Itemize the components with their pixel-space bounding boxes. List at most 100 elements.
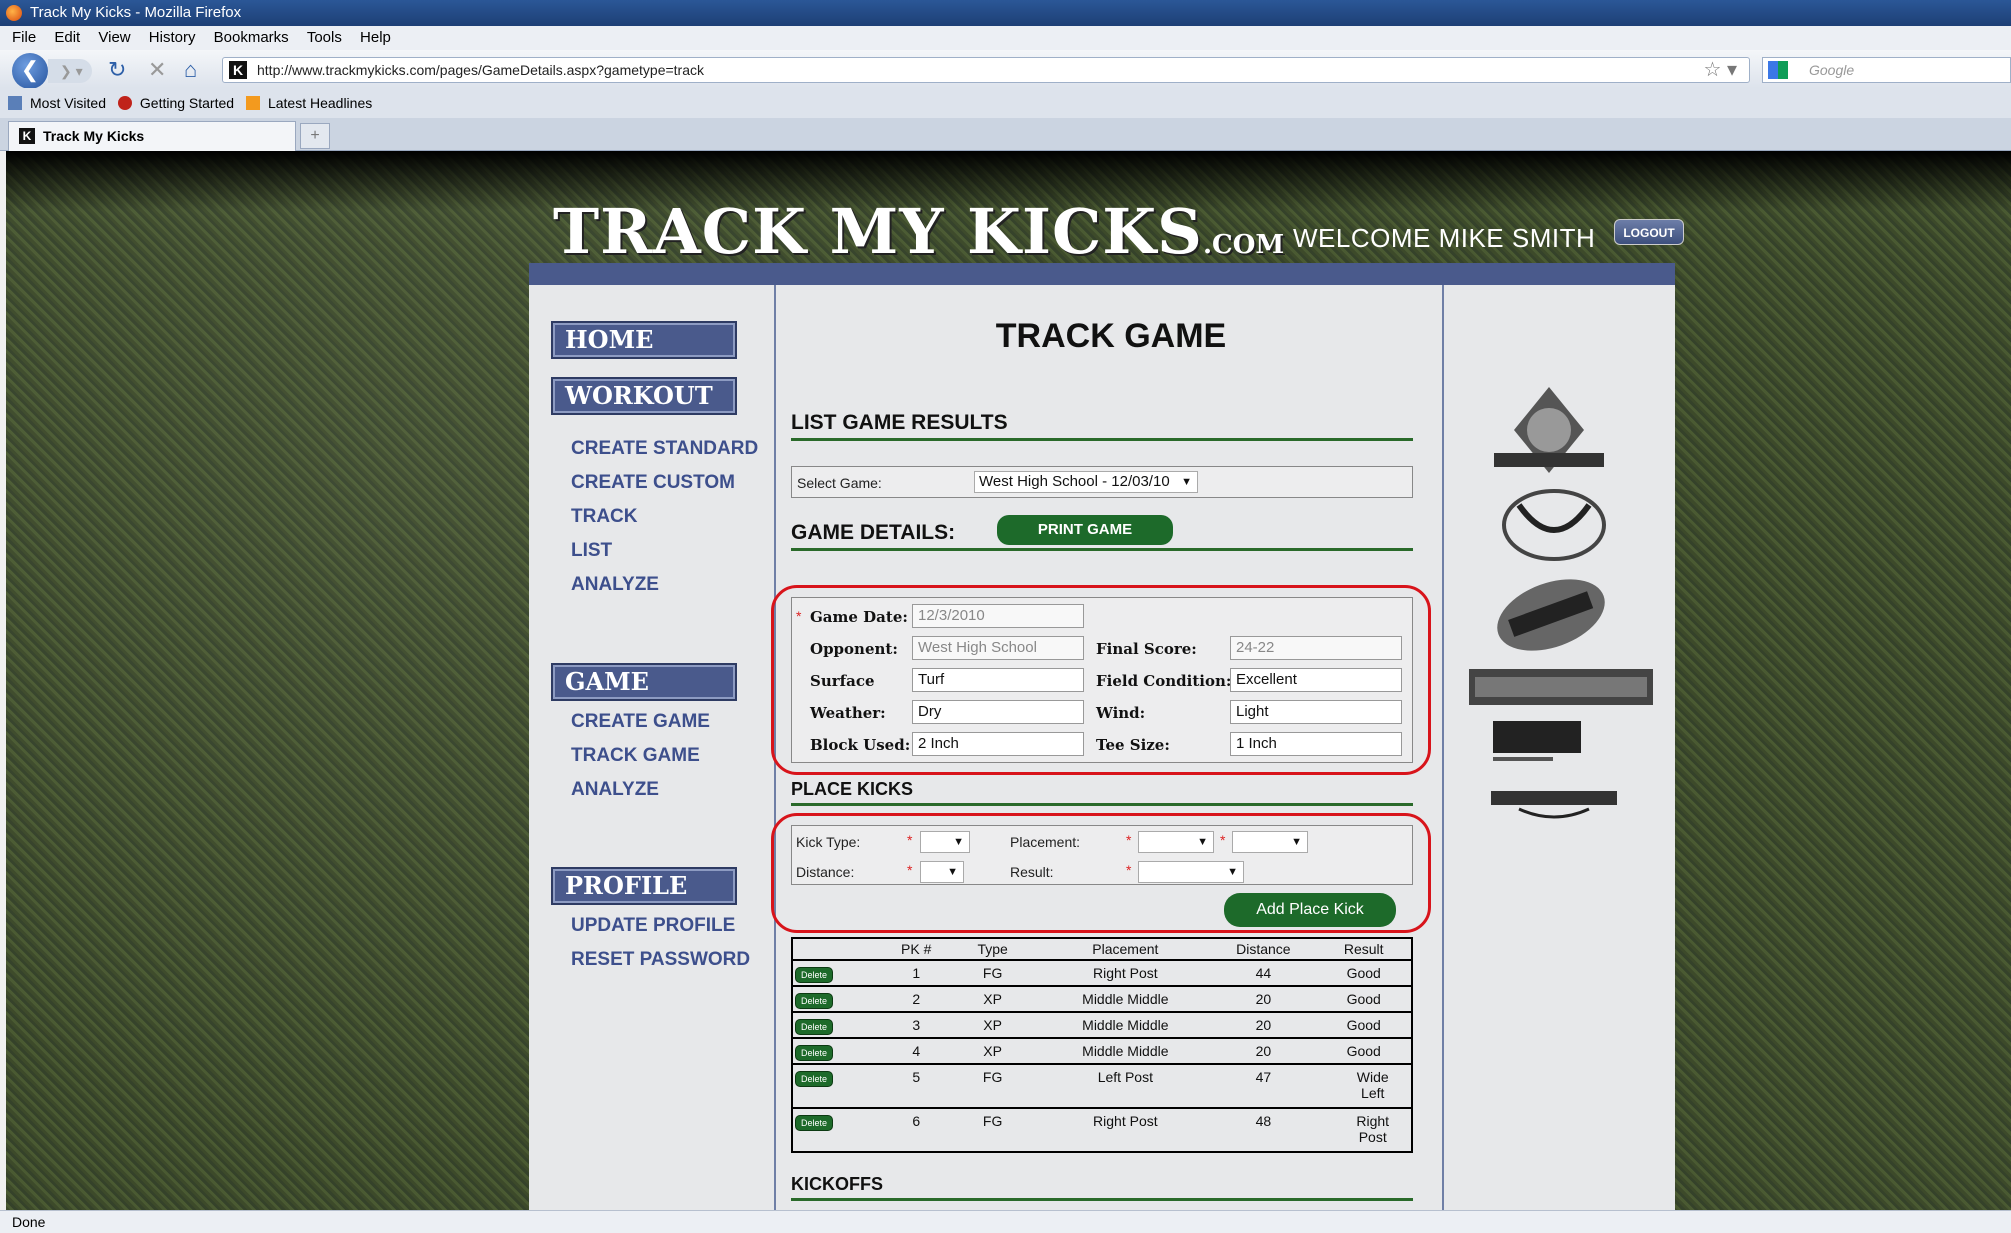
- tee-size-field[interactable]: 1 Inch: [1230, 732, 1402, 756]
- bookmark-most-visited[interactable]: Most Visited: [30, 95, 106, 111]
- bookmark-latest-headlines[interactable]: Latest Headlines: [268, 95, 372, 111]
- reload-icon[interactable]: ↻: [108, 58, 126, 82]
- site-logo[interactable]: TRACK MY KICKS.COM: [553, 195, 1284, 268]
- bookmark-getting-started[interactable]: Getting Started: [140, 95, 234, 111]
- url-bar[interactable]: K http://www.trackmykicks.com/pages/Game…: [222, 57, 1750, 83]
- cell-type: XP: [944, 1012, 1041, 1039]
- final-score-field[interactable]: 24-22: [1230, 636, 1402, 660]
- sidebar: HOME WORKOUT CREATE STANDARD CREATE CUST…: [529, 285, 776, 1210]
- sponsor-kicking-coach-logo[interactable]: [1489, 779, 1619, 825]
- nav-workout-analyze[interactable]: ANALYZE: [571, 574, 659, 596]
- forward-button[interactable]: ❯ ▾: [48, 59, 92, 83]
- bookmark-star-icon[interactable]: ☆ ▾: [1703, 58, 1737, 82]
- chevron-down-icon: ▼: [1181, 476, 1192, 488]
- col-placement: Placement: [1040, 938, 1211, 961]
- distance-select[interactable]: ▼: [920, 861, 964, 883]
- surface-field[interactable]: Turf: [912, 668, 1084, 692]
- weather-field[interactable]: Dry: [912, 700, 1084, 724]
- nav-create-game[interactable]: CREATE GAME: [571, 711, 710, 733]
- delete-cell: Delete: [792, 986, 888, 1013]
- menu-edit[interactable]: Edit: [54, 29, 80, 46]
- nav-track-game[interactable]: TRACK GAME: [571, 745, 700, 767]
- menu-history[interactable]: History: [149, 29, 196, 46]
- print-game-button[interactable]: PRINT GAME: [997, 515, 1173, 545]
- delete-button[interactable]: Delete: [795, 1115, 834, 1131]
- cell-placement: Right Post: [1040, 1108, 1211, 1153]
- result-select[interactable]: ▼: [1138, 861, 1244, 883]
- menu-bookmarks[interactable]: Bookmarks: [214, 29, 289, 46]
- field-condition-field[interactable]: Excellent: [1230, 668, 1402, 692]
- home-icon[interactable]: ⌂: [184, 58, 197, 82]
- wizard-kicking-emblem-icon: [1502, 489, 1606, 561]
- placement-select-2[interactable]: ▼: [1232, 831, 1308, 853]
- window-title: Track My Kicks - Mozilla Firefox: [30, 4, 242, 21]
- cell-result: Right Post: [1316, 1108, 1412, 1153]
- nav-track[interactable]: TRACK: [571, 506, 638, 528]
- menu-tools[interactable]: Tools: [307, 29, 342, 46]
- cell-type: FG: [944, 960, 1041, 987]
- table-row: Delete 3 XP Middle Middle 20 Good: [792, 1012, 1412, 1039]
- placement-select-1[interactable]: ▼: [1138, 831, 1214, 853]
- tab-track-my-kicks[interactable]: K Track My Kicks: [8, 121, 296, 151]
- cell-pk: 4: [887, 1038, 945, 1065]
- cell-type: FG: [944, 1108, 1041, 1153]
- getting-started-icon: [117, 96, 132, 110]
- sponsor-chris-sailer-logo[interactable]: [1484, 385, 1614, 475]
- firefox-icon: [6, 5, 22, 21]
- opponent-field[interactable]: West High School: [912, 636, 1084, 660]
- delete-button[interactable]: Delete: [795, 1071, 834, 1087]
- delete-cell: Delete: [792, 1012, 888, 1039]
- sponsor-uka-logo[interactable]: [1489, 717, 1589, 765]
- nav-update-profile[interactable]: UPDATE PROFILE: [571, 915, 735, 937]
- menu-view[interactable]: View: [98, 29, 130, 46]
- uka-emblem-icon: [1493, 721, 1581, 761]
- nav-home[interactable]: HOME: [551, 321, 737, 359]
- main-content: TRACK GAME LIST GAME RESULTS Select Game…: [771, 285, 1431, 1210]
- add-place-kick-button[interactable]: Add Place Kick: [1224, 893, 1396, 927]
- nav-reset-password[interactable]: RESET PASSWORD: [571, 949, 750, 971]
- nav-game-analyze[interactable]: ANALYZE: [571, 779, 659, 801]
- search-input[interactable]: Google: [1762, 57, 2011, 83]
- col-distance: Distance: [1210, 938, 1317, 961]
- delete-button[interactable]: Delete: [795, 1045, 834, 1061]
- new-tab-button[interactable]: +: [300, 123, 330, 149]
- table-row: Delete 2 XP Middle Middle 20 Good: [792, 986, 1412, 1013]
- nav-list[interactable]: LIST: [571, 540, 612, 562]
- required-marker: *: [907, 832, 913, 848]
- delete-button[interactable]: Delete: [795, 1019, 834, 1035]
- place-kicks-table: PK # Type Placement Distance Result Dele…: [791, 937, 1413, 1153]
- nav-profile[interactable]: PROFILE: [551, 867, 737, 905]
- delete-button[interactable]: Delete: [795, 993, 834, 1009]
- final-score-label: Final Score:: [1096, 640, 1197, 658]
- back-button[interactable]: ❮: [12, 53, 48, 89]
- select-game-dropdown[interactable]: West High School - 12/03/10 ▼: [974, 471, 1198, 493]
- cell-distance: 44: [1210, 960, 1317, 987]
- cell-placement: Middle Middle: [1040, 1038, 1211, 1065]
- bookmarks-toolbar: Most Visited Getting Started Latest Head…: [0, 88, 2011, 118]
- nav-workout[interactable]: WORKOUT: [551, 377, 737, 415]
- kick-type-select[interactable]: ▼: [920, 831, 970, 853]
- cell-pk: 3: [887, 1012, 945, 1039]
- select-game-box: Select Game: West High School - 12/03/10…: [791, 466, 1413, 498]
- required-marker: *: [907, 862, 913, 878]
- game-date-field[interactable]: 12/3/2010: [912, 604, 1084, 628]
- stop-icon[interactable]: ✕: [148, 58, 166, 82]
- menu-help[interactable]: Help: [360, 29, 391, 46]
- selected-game: West High School - 12/03/10: [979, 473, 1170, 490]
- sponsor-kicking-com-logo[interactable]: [1489, 575, 1614, 655]
- nav-game[interactable]: GAME: [551, 663, 737, 701]
- block-used-field[interactable]: 2 Inch: [912, 732, 1084, 756]
- sponsor-column: [1442, 285, 1675, 1210]
- sponsor-wizard-logo[interactable]: [1499, 485, 1609, 565]
- cell-distance: 20: [1210, 1038, 1317, 1065]
- nav-create-custom[interactable]: CREATE CUSTOM: [571, 472, 735, 494]
- kicking-com-emblem-icon: [1497, 579, 1605, 651]
- delete-button[interactable]: Delete: [795, 967, 834, 983]
- kick-type-label: Kick Type:: [796, 834, 861, 850]
- nav-create-standard[interactable]: CREATE STANDARD: [571, 438, 758, 460]
- col-result: Result: [1316, 938, 1412, 961]
- menu-file[interactable]: File: [12, 29, 36, 46]
- wind-field[interactable]: Light: [1230, 700, 1402, 724]
- sponsor-west-coast-logo[interactable]: [1469, 669, 1653, 705]
- logout-button[interactable]: LOGOUT: [1614, 219, 1684, 245]
